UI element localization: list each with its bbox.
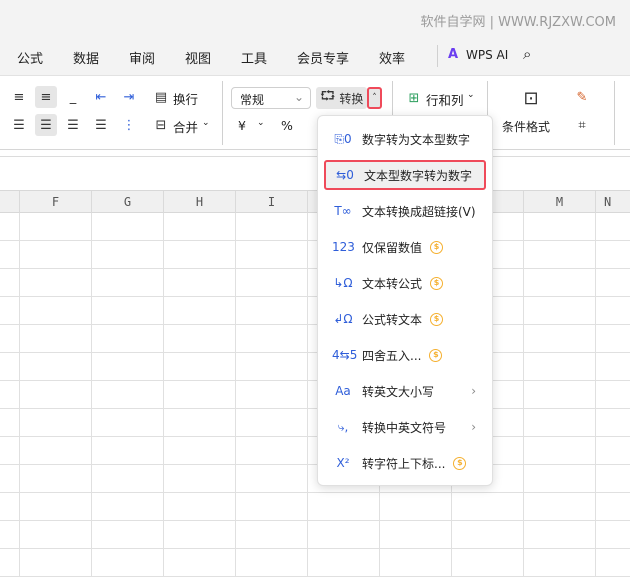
wps-ai-button[interactable]: WPS AI: [466, 48, 508, 62]
menu-item-label: 文本转公式: [362, 276, 423, 291]
round-icon: 4⇆5: [332, 348, 358, 362]
menu-item[interactable]: 4⇆5 四舍五入... $: [324, 340, 486, 370]
menu-item-label: 文本型数字转为数字: [364, 168, 473, 183]
punctuation-icon: ⤷,: [337, 419, 349, 434]
tab-member[interactable]: 会员专享: [297, 48, 349, 67]
align-top-icon[interactable]: ≡: [8, 86, 30, 108]
menu-item-label: 四舍五入...: [362, 348, 422, 363]
premium-coin-icon: $: [430, 240, 444, 254]
menu-item[interactable]: Aa 转英文大小写 ›: [324, 376, 486, 406]
menu-item[interactable]: ⤷, 转换中英文符号 ›: [324, 412, 486, 442]
align-left-icon[interactable]: ☰: [8, 114, 30, 136]
convert-button[interactable]: ⮔ 转换: [316, 87, 367, 109]
align-middle-icon[interactable]: ≡: [35, 86, 57, 108]
text-to-formula-icon: ↳Ω: [333, 276, 353, 290]
menu-item-label: 转字符上下标...: [362, 456, 446, 471]
chevron-down-icon[interactable]: ⌄: [467, 90, 475, 100]
premium-coin-icon: $: [429, 348, 443, 362]
decrease-indent-icon[interactable]: ⇤: [90, 86, 112, 108]
justify-icon[interactable]: ☰: [90, 114, 112, 136]
menu-item[interactable]: X² 转字符上下标... $: [324, 448, 486, 478]
formula-to-text-icon: ↲Ω: [333, 312, 353, 326]
column-header[interactable]: M: [523, 191, 595, 213]
wrap-icon[interactable]: ▤: [151, 86, 171, 108]
premium-coin-icon: $: [453, 456, 467, 470]
column-header[interactable]: N: [595, 191, 630, 213]
align-center-icon[interactable]: ☰: [35, 114, 57, 136]
distributed-icon[interactable]: ⋮: [118, 114, 140, 136]
premium-coin-icon: $: [430, 276, 444, 290]
percent-button[interactable]: %: [281, 118, 293, 133]
align-bottom-icon[interactable]: _: [62, 86, 84, 108]
wps-ai-logo-icon: A: [448, 47, 459, 62]
conditional-format-button[interactable]: 条件格式: [502, 118, 550, 135]
convert-label: 转换: [339, 91, 364, 106]
column-header[interactable]: H: [163, 191, 235, 213]
column-header[interactable]: F: [19, 191, 91, 213]
merge-button[interactable]: 合并: [173, 117, 198, 136]
convert-icon: ⮔: [320, 89, 336, 104]
chevron-right-icon: ›: [471, 384, 476, 398]
number-to-text-icon: ⎘0: [334, 131, 352, 146]
convert-dropdown-toggle[interactable]: ˄: [367, 87, 382, 109]
chevron-down-icon[interactable]: ⌄: [257, 118, 265, 128]
menu-item[interactable]: ↳Ω 文本转公式 $: [324, 268, 486, 298]
align-right-icon[interactable]: ☰: [62, 114, 84, 136]
column-header[interactable]: G: [91, 191, 163, 213]
wrap-button[interactable]: 换行: [173, 89, 198, 108]
keep-values-icon: 123: [332, 240, 355, 254]
tab-view[interactable]: 视图: [185, 48, 211, 67]
currency-button[interactable]: ¥: [238, 118, 246, 133]
premium-coin-icon: $: [430, 312, 444, 326]
hyperlink-icon: T∞: [334, 204, 352, 218]
chevron-down-icon: ⌄: [293, 90, 304, 104]
search-icon[interactable]: ⌕: [523, 45, 531, 63]
merge-icon[interactable]: ⊟: [151, 114, 171, 136]
rows-cols-icon: ⊞: [408, 90, 420, 106]
menu-item-label: 公式转文本: [362, 312, 423, 327]
ribbon: ≡ ≡ _ ⇤ ⇥ ▤ 换行 ☰ ☰ ☰ ☰ ⋮ ⊟ 合并 ⌄ 常规 ⌄ ⮔ 转换 …: [0, 75, 630, 150]
menu-item[interactable]: T∞ 文本转换成超链接(V): [324, 196, 486, 226]
title-area: 软件自学网 | WWW.RJZXW.COM 公式 数据 审阅 视图 工具 会员专…: [0, 0, 630, 75]
tab-data[interactable]: 数据: [73, 48, 99, 67]
number-format-select[interactable]: 常规 ⌄: [231, 87, 311, 109]
menu-item-label: 文本转换成超链接(V): [362, 204, 476, 219]
menu-item[interactable]: ⇆0 文本型数字转为数字: [324, 160, 486, 190]
tab-tools[interactable]: 工具: [241, 48, 267, 67]
menu-item[interactable]: ↲Ω 公式转文本 $: [324, 304, 486, 334]
column-header[interactable]: I: [235, 191, 307, 213]
menu-item[interactable]: ⎘0 数字转为文本型数字: [324, 124, 486, 154]
menu-item[interactable]: 123 仅保留数值 $: [324, 232, 486, 262]
conditional-format-icon[interactable]: ⊡: [518, 85, 544, 111]
formula-bar[interactable]: [0, 156, 630, 190]
convert-dropdown-menu: ⎘0 数字转为文本型数字 ⇆0 文本型数字转为数字 T∞ 文本转换成超链接(V) 123 仅保…: [317, 115, 493, 486]
chevron-right-icon: ›: [471, 420, 476, 434]
menu-item-label: 数字转为文本型数字: [362, 132, 471, 147]
text-to-number-icon: ⇆0: [336, 168, 354, 182]
format-painter-icon[interactable]: ✎: [572, 87, 592, 107]
increase-indent-icon[interactable]: ⇥: [118, 86, 140, 108]
cell-grid[interactable]: [0, 213, 630, 577]
tab-efficiency[interactable]: 效率: [379, 48, 405, 67]
border-icon[interactable]: ⌗: [572, 115, 592, 135]
case-icon: Aa: [335, 384, 351, 398]
number-format-value: 常规: [240, 93, 265, 107]
superscript-icon: X²: [336, 456, 350, 470]
tab-formula[interactable]: 公式: [17, 48, 43, 67]
chevron-down-icon[interactable]: ⌄: [202, 118, 210, 128]
watermark: 软件自学网 | WWW.RJZXW.COM: [420, 15, 616, 30]
menu-item-label: 仅保留数值: [362, 240, 423, 255]
rows-cols-button[interactable]: 行和列: [426, 90, 464, 109]
column-header-bar: F G H I J K L M N: [0, 190, 630, 213]
menu-item-label: 转英文大小写: [362, 384, 435, 399]
tab-review[interactable]: 审阅: [129, 48, 155, 67]
menu-item-label: 转换中英文符号: [362, 420, 447, 435]
